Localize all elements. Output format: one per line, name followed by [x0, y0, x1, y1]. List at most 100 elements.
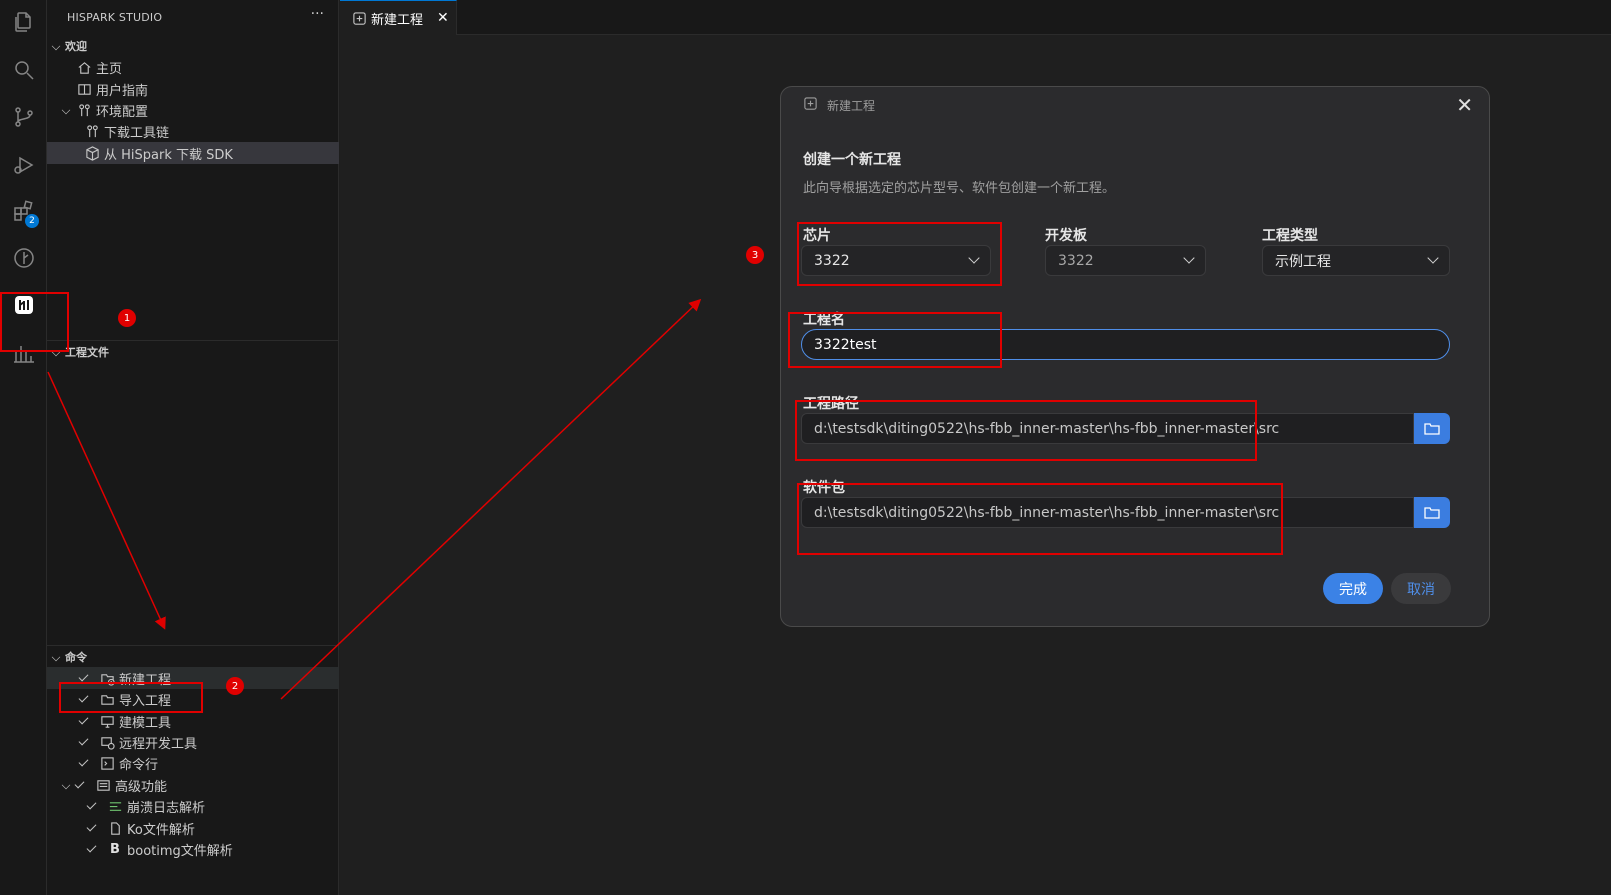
sidebar-item-label: 环境配置 — [96, 104, 149, 120]
dialog-subtitle: 此向导根据选定的芯片型号、软件包创建一个新工程。 — [803, 181, 1116, 196]
chevron-down-icon — [61, 105, 71, 115]
check-icon — [78, 714, 89, 725]
more-actions-icon[interactable]: ··· — [311, 6, 324, 22]
section-project-files-label: 工程文件 — [65, 346, 109, 359]
section-commands-header[interactable]: 命令 — [47, 646, 339, 668]
close-icon[interactable]: ✕ — [1456, 93, 1473, 117]
timeline-icon[interactable] — [0, 238, 47, 278]
command-crash-log[interactable]: 崩溃日志解析 — [47, 795, 339, 817]
chevron-down-icon — [1427, 252, 1439, 264]
annotation-box-project-name — [788, 312, 1002, 368]
tab-new-project[interactable]: 新建工程 ✕ — [340, 0, 457, 35]
finish-button[interactable]: 完成 — [1323, 573, 1383, 604]
section-divider — [47, 340, 339, 341]
chevron-down-icon — [1183, 252, 1195, 264]
sidebar-item-label: 下载工具链 — [104, 125, 170, 141]
search-icon[interactable] — [0, 50, 47, 90]
command-modeling-tool[interactable]: 建模工具 — [47, 710, 339, 732]
sidebar-item-label: 主页 — [96, 61, 123, 77]
remote-icon — [98, 734, 116, 750]
browse-project-path-button[interactable] — [1414, 413, 1450, 444]
board-label: 开发板 — [1045, 228, 1087, 244]
sidebar-title: HISPARK STUDIO — [67, 11, 163, 24]
explorer-icon[interactable] — [0, 2, 47, 42]
dialog-heading: 创建一个新工程 — [803, 152, 901, 168]
command-label: 远程开发工具 — [119, 736, 198, 752]
section-project-files-header[interactable]: 工程文件 — [47, 341, 339, 363]
project-type-select[interactable]: 示例工程 — [1262, 245, 1450, 276]
command-terminal[interactable]: 命令行 — [47, 752, 339, 774]
annotation-box-chip — [797, 222, 1002, 286]
new-project-icon — [350, 10, 368, 26]
sidebar-item-download-toolchain[interactable]: 下载工具链 — [47, 120, 339, 142]
check-icon — [78, 735, 89, 746]
board-select[interactable]: 3322 — [1045, 245, 1206, 276]
section-commands-label: 命令 — [65, 651, 87, 664]
command-label: 高级功能 — [115, 779, 168, 795]
annotation-marker-3: 3 — [746, 246, 764, 264]
home-icon — [75, 59, 93, 75]
close-icon[interactable]: ✕ — [437, 10, 449, 26]
sidebar-item-label: 从 HiSpark 下载 SDK — [104, 147, 233, 163]
folder-icon — [1424, 422, 1440, 435]
annotation-box-hispark — [0, 292, 69, 352]
command-bootimg[interactable]: B bootimg文件解析 — [47, 838, 339, 860]
dialog-title: 新建工程 — [827, 99, 876, 113]
file-icon — [106, 820, 124, 836]
toolchain-icon — [83, 123, 101, 139]
board-value: 3322 — [1058, 252, 1094, 269]
annotation-box-package — [797, 483, 1283, 555]
log-icon — [106, 798, 124, 814]
sidebar-item-download-sdk[interactable]: 从 HiSpark 下载 SDK — [47, 142, 339, 164]
annotation-box-new-project — [59, 682, 203, 713]
command-label: bootimg文件解析 — [127, 843, 233, 859]
annotation-box-project-path — [795, 400, 1257, 461]
check-icon — [78, 671, 89, 682]
chevron-down-icon — [51, 652, 61, 662]
check-icon — [74, 778, 85, 789]
section-divider — [47, 645, 339, 646]
bold-b-icon: B — [110, 841, 120, 857]
sidebar-item-label: 用户指南 — [96, 83, 149, 99]
chevron-down-icon — [51, 41, 61, 51]
cancel-button[interactable]: 取消 — [1391, 573, 1451, 604]
book-icon — [75, 81, 93, 97]
source-control-icon[interactable] — [0, 97, 47, 137]
monitor-icon — [98, 713, 116, 729]
section-welcome-header[interactable]: 欢迎 — [47, 35, 339, 57]
activity-bar: 2 — [0, 0, 47, 895]
section-welcome-label: 欢迎 — [65, 40, 87, 53]
sidebar-item-env-config[interactable]: 环境配置 — [47, 99, 339, 121]
advanced-icon — [94, 777, 112, 793]
check-icon — [86, 842, 97, 853]
annotation-marker-2: 2 — [226, 677, 244, 695]
sidebar-item-user-guide[interactable]: 用户指南 — [47, 78, 339, 100]
tab-label: 新建工程 — [371, 12, 424, 28]
new-project-icon — [803, 96, 818, 115]
chevron-down-icon — [61, 780, 71, 790]
command-remote-dev[interactable]: 远程开发工具 — [47, 731, 339, 753]
check-icon — [86, 821, 97, 832]
command-label: Ko文件解析 — [127, 822, 195, 838]
project-type-label: 工程类型 — [1262, 228, 1318, 244]
check-icon — [86, 799, 97, 810]
extensions-badge: 2 — [25, 214, 39, 228]
sidebar: HISPARK STUDIO ··· 欢迎 主页 用户指南 环境配置 下载工具链… — [47, 0, 339, 895]
folder-icon — [1424, 506, 1440, 519]
command-advanced[interactable]: 高级功能 — [47, 774, 339, 796]
command-label: 崩溃日志解析 — [127, 800, 206, 816]
browse-package-button[interactable] — [1414, 497, 1450, 528]
check-icon — [78, 756, 89, 767]
terminal-icon — [98, 755, 116, 771]
run-debug-icon[interactable] — [0, 145, 47, 185]
command-label: 命令行 — [119, 757, 159, 773]
project-type-value: 示例工程 — [1275, 253, 1331, 270]
command-ko-file[interactable]: Ko文件解析 — [47, 817, 339, 839]
command-label: 建模工具 — [119, 715, 172, 731]
tab-bar: 新建工程 ✕ — [340, 0, 1611, 35]
package-icon — [83, 145, 101, 161]
settings-group-icon — [75, 102, 93, 118]
extensions-icon[interactable]: 2 — [0, 192, 47, 232]
annotation-marker-1: 1 — [118, 309, 136, 327]
sidebar-item-home[interactable]: 主页 — [47, 56, 339, 78]
